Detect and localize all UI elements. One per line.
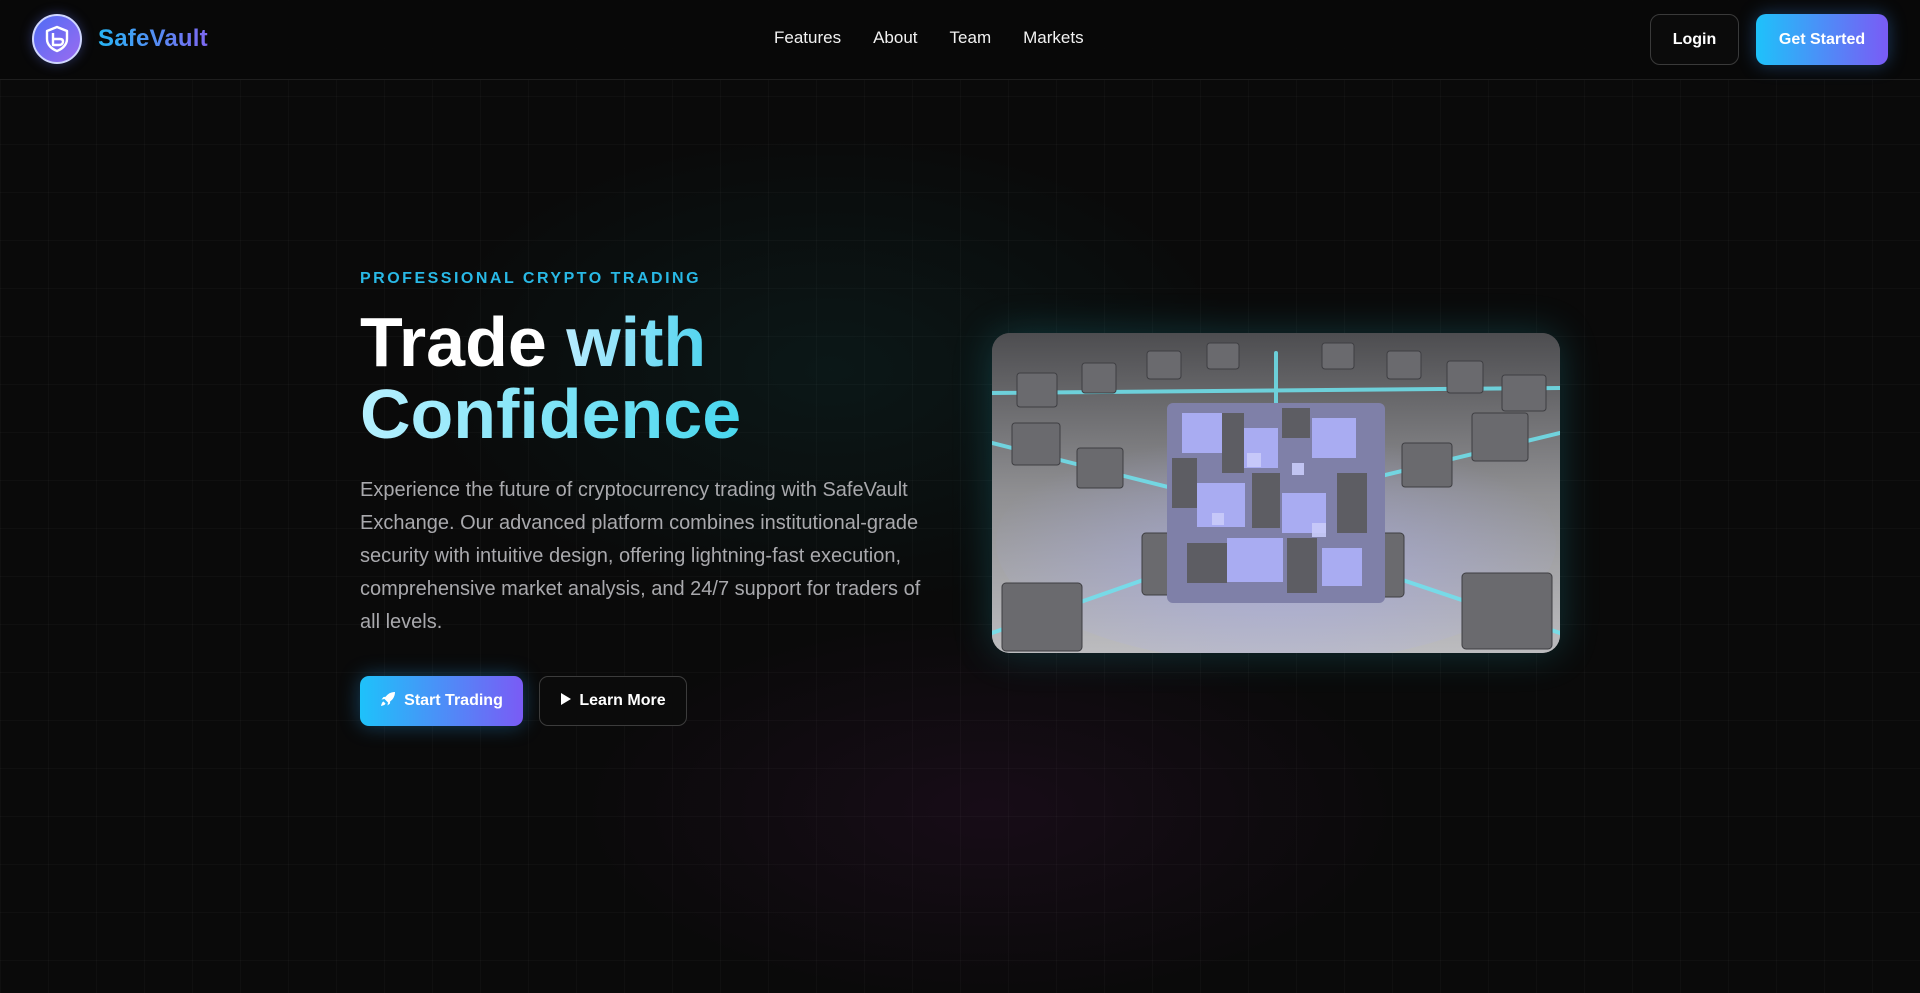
- hero-title-word-with: with: [566, 303, 707, 381]
- nav-markets[interactable]: Markets: [1023, 28, 1083, 48]
- get-started-button[interactable]: Get Started: [1756, 14, 1888, 65]
- background-glow-magenta: [540, 600, 1440, 993]
- shield-b-logo-icon: [32, 14, 82, 64]
- start-trading-label: Start Trading: [404, 692, 503, 709]
- brand-name: SafeVault: [98, 25, 208, 52]
- nav-team[interactable]: Team: [950, 28, 992, 48]
- hero-title-word-trade: Trade: [360, 303, 567, 381]
- nav-about[interactable]: About: [873, 28, 917, 48]
- learn-more-button[interactable]: Learn More: [539, 676, 687, 726]
- hero-blockchain-illustration: [992, 333, 1560, 653]
- nav-features[interactable]: Features: [774, 28, 841, 48]
- hero-title: Trade with Confidence: [360, 306, 920, 450]
- hero-title-line-confidence: Confidence: [360, 375, 742, 453]
- rocket-icon: [380, 691, 396, 712]
- main-nav: Features About Team Markets: [774, 28, 1084, 48]
- site-header: SafeVault Features About Team Markets Lo…: [0, 0, 1920, 80]
- brand[interactable]: SafeVault: [32, 14, 208, 64]
- learn-more-label: Learn More: [579, 692, 666, 709]
- hero-description: Experience the future of cryptocurrency …: [360, 479, 921, 633]
- start-trading-button[interactable]: Start Trading: [360, 676, 523, 726]
- login-button[interactable]: Login: [1650, 14, 1739, 65]
- play-icon: [560, 692, 572, 711]
- hero-eyebrow: PROFESSIONAL CRYPTO TRADING: [360, 270, 702, 287]
